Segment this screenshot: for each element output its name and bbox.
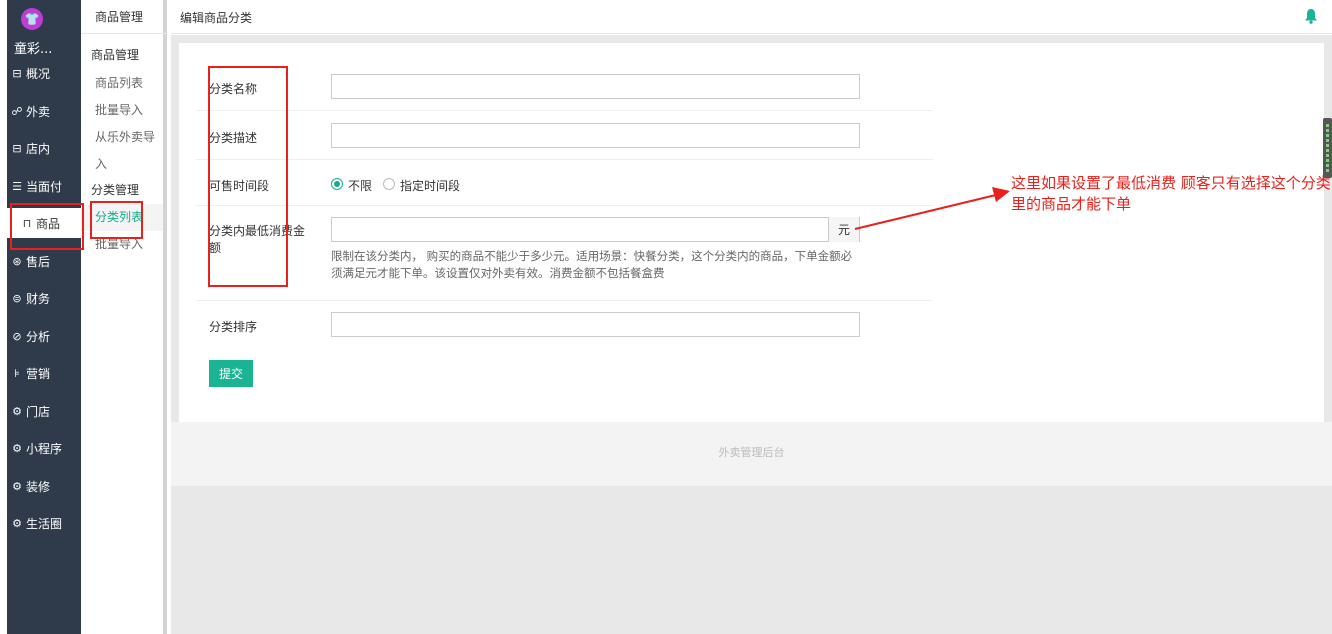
nav-item-analysis[interactable]: ⊘ 分析 xyxy=(10,325,76,347)
annotation-box-products xyxy=(10,203,84,250)
yuan-icon: ⊜ xyxy=(12,291,22,305)
sub-item-product-list[interactable]: 商品列表 xyxy=(95,70,143,97)
gear-icon: ⚙ xyxy=(12,516,22,530)
nav-item-delivery[interactable]: ☍ 外卖 xyxy=(10,100,76,122)
bike-icon: ☍ xyxy=(11,104,23,118)
radio-unlimited-label[interactable]: 不限 xyxy=(348,177,372,194)
submit-button[interactable]: 提交 xyxy=(209,360,253,387)
gear-icon: ⚙ xyxy=(12,441,22,455)
shop-name[interactable]: 童彩... xyxy=(14,38,52,57)
sort-input[interactable] xyxy=(331,312,860,337)
main-sidebar: 👕 童彩... ⊟ 概况 ☍ 外卖 ⊟ 店内 ☰ 当面付 ⊓ 商品 ⊛ 售后 ⊜ 财务 ⊘ 分析… xyxy=(0,0,81,634)
row-divider xyxy=(196,205,933,206)
sub-sidebar: 商品管理 商品管理 商品列表 批量导入 从乐外卖导 入 分类管理 xyxy=(81,0,167,634)
sub-group-categories: 分类管理 xyxy=(91,183,140,197)
sub-item-import-from-lewaimai-cont[interactable]: 入 xyxy=(95,151,107,178)
aftersale-icon: ⊛ xyxy=(12,254,22,268)
annotation-box-labels xyxy=(208,66,288,287)
gear-icon: ⚙ xyxy=(12,404,22,418)
nav-item-miniprogram[interactable]: ⚙ 小程序 xyxy=(10,437,76,459)
nav-item-overview[interactable]: ⊟ 概况 xyxy=(10,62,76,84)
flag-icon: ⊧ xyxy=(14,366,20,380)
annotation-text: 这里如果设置了最低消费 顾客只有选择这个分类里的商品才能下单 xyxy=(1011,174,1331,213)
bell-icon[interactable] xyxy=(1304,8,1318,24)
main-sidebar-bg xyxy=(7,0,81,634)
receipt-icon: ☰ xyxy=(12,179,22,193)
sub-item-batch-import[interactable]: 批量导入 xyxy=(95,97,143,124)
chart-icon: ⊘ xyxy=(12,329,22,343)
nav-item-life-circle[interactable]: ⚙ 生活圈 xyxy=(10,512,76,534)
nav-item-decoration[interactable]: ⚙ 装修 xyxy=(10,475,76,497)
dashboard-icon: ⊟ xyxy=(12,66,22,80)
category-desc-input[interactable] xyxy=(331,123,860,148)
row-divider xyxy=(196,110,933,111)
nav-item-marketing[interactable]: ⊧ 营销 xyxy=(10,362,76,384)
radio-specific-time[interactable] xyxy=(383,178,395,190)
annotation-box-category-list xyxy=(90,201,143,239)
nav-item-stores[interactable]: ⚙ 门店 xyxy=(10,400,76,422)
gear-icon: ⚙ xyxy=(12,479,22,493)
nav-item-face-pay[interactable]: ☰ 当面付 xyxy=(10,175,76,197)
topbar: 编辑商品分类 xyxy=(171,0,1332,34)
store-icon: ⊟ xyxy=(12,141,22,155)
radio-specific-time-label[interactable]: 指定时间段 xyxy=(400,177,460,194)
row-divider xyxy=(196,159,933,160)
sort-label: 分类排序 xyxy=(209,320,258,334)
sub-item-import-from-lewaimai[interactable]: 从乐外卖导 xyxy=(95,124,155,151)
footer-text: 外卖管理后台 xyxy=(718,446,785,459)
scroll-handle[interactable] xyxy=(1323,118,1332,178)
min-spend-help: 限制在该分类内， 购买的商品不能少于多少元。适用场景：快餐分类，这个分类内的商品… xyxy=(331,249,853,280)
radio-unlimited[interactable] xyxy=(331,178,343,190)
page-title: 编辑商品分类 xyxy=(180,11,253,25)
nav-item-aftersale[interactable]: ⊛ 售后 xyxy=(10,250,76,272)
shirt-icon[interactable]: 👕 xyxy=(21,8,43,30)
sub-group-products: 商品管理 xyxy=(91,48,140,62)
min-spend-input[interactable] xyxy=(331,217,860,242)
category-name-input[interactable] xyxy=(331,74,860,99)
sub-sidebar-header: 商品管理 xyxy=(81,0,167,34)
row-divider xyxy=(196,300,933,301)
nav-item-dine-in[interactable]: ⊟ 店内 xyxy=(10,137,76,159)
annotation-arrow xyxy=(854,187,1010,230)
nav-item-finance[interactable]: ⊜ 财务 xyxy=(10,287,76,309)
